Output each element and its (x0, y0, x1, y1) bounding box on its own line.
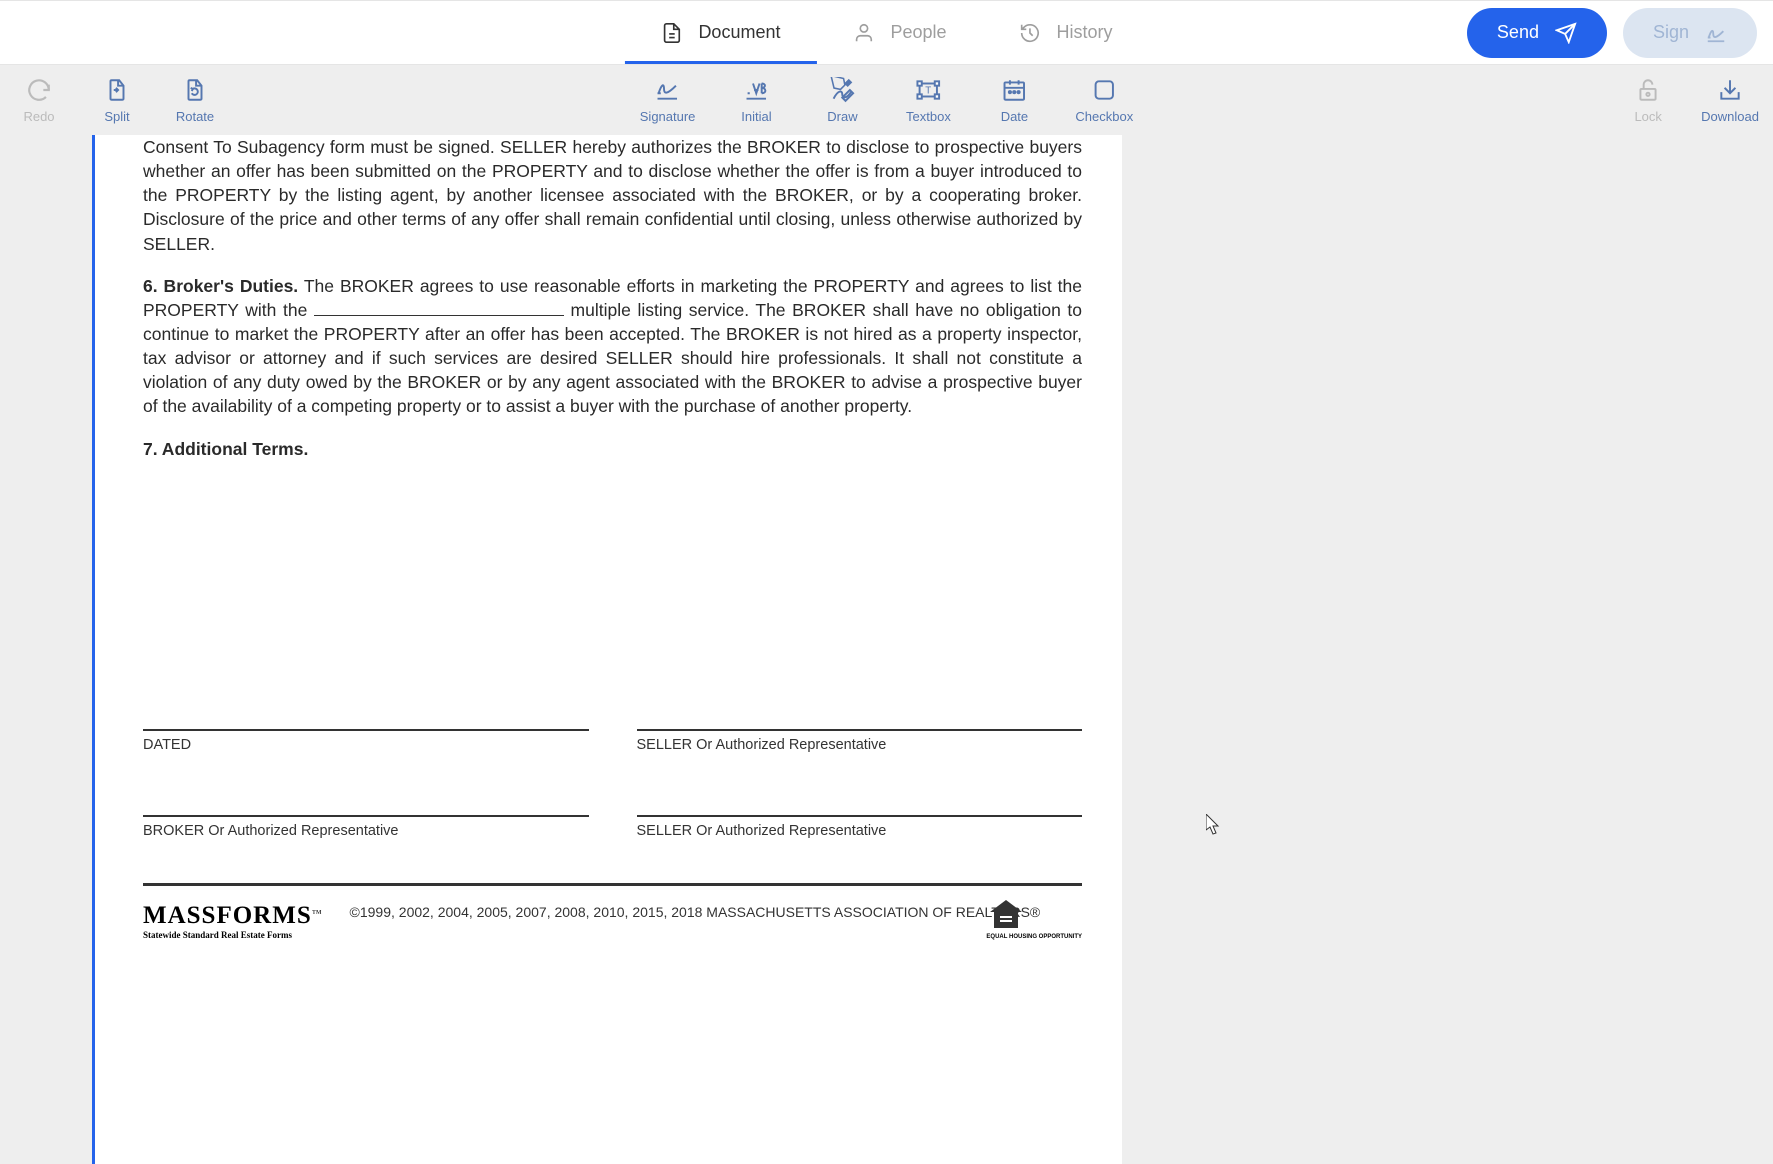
signature-block-broker: BROKER Or Authorized Representative (143, 797, 589, 839)
signature-row-2: BROKER Or Authorized Representative SELL… (143, 797, 1082, 839)
logo-main: MASSFORMS (143, 902, 312, 929)
textbox-tool[interactable]: T Textbox (903, 77, 953, 124)
toolbar: Redo Split Rotat (0, 65, 1773, 135)
initial-tool[interactable]: Initial (731, 77, 781, 124)
split-icon (104, 77, 130, 103)
signature-row-1: DATED SELLER Or Authorized Representativ… (143, 711, 1082, 753)
toolbar-center: Signature Initial (640, 77, 1133, 124)
signature-label: SELLER Or Authorized Representative (637, 823, 1083, 839)
download-icon (1717, 77, 1743, 103)
checkbox-tool-icon (1091, 77, 1117, 103)
sign-label: Sign (1653, 22, 1689, 43)
tool-label: Signature (640, 109, 696, 124)
tab-label: People (890, 22, 946, 43)
paragraph-subagency: Consent To Subagency form must be signed… (143, 135, 1082, 256)
signature-block-seller1: SELLER Or Authorized Representative (637, 711, 1083, 753)
rotate-button[interactable]: Rotate (170, 77, 220, 124)
tool-label: Lock (1634, 109, 1661, 124)
tool-label: Textbox (906, 109, 951, 124)
redo-icon (26, 77, 52, 103)
tool-label: Download (1701, 109, 1759, 124)
draw-tool-icon (829, 77, 855, 103)
tool-label: Rotate (176, 109, 214, 124)
people-icon (852, 22, 874, 44)
download-button[interactable]: Download (1701, 77, 1759, 124)
blank-mls (314, 315, 564, 316)
toolbar-right: Lock Download (1623, 77, 1759, 124)
date-tool-icon (1001, 77, 1027, 103)
equal-housing-logo: EQUAL HOUSING OPPORTUNITY (986, 896, 1082, 940)
section7-title: 7. Additional Terms. (143, 439, 308, 459)
document-icon (660, 22, 682, 44)
signature-block-seller2: SELLER Or Authorized Representative (637, 797, 1083, 839)
housing-text: EQUAL HOUSING OPPORTUNITY (986, 934, 1082, 940)
top-tabs: Document People History (624, 1, 1148, 64)
toolbar-left: Redo Split Rotat (14, 77, 220, 124)
svg-text:T: T (925, 85, 931, 96)
top-actions: Send Sign (1467, 8, 1757, 58)
massforms-logo: MASSFORMS™ Statewide Standard Real Estat… (143, 902, 322, 940)
signature-icon (1705, 22, 1727, 44)
tab-label: History (1057, 22, 1113, 43)
signature-block-dated: DATED (143, 711, 589, 753)
draw-tool[interactable]: Draw (817, 77, 867, 124)
send-button[interactable]: Send (1467, 8, 1607, 58)
footer-copyright: ©1999, 2002, 2004, 2005, 2007, 2008, 201… (350, 902, 1041, 920)
initial-tool-icon (743, 77, 769, 103)
checkbox-tool[interactable]: Checkbox (1075, 77, 1133, 124)
sign-button[interactable]: Sign (1623, 8, 1757, 58)
tool-label: Date (1001, 109, 1028, 124)
signature-tool[interactable]: Signature (640, 77, 696, 124)
house-icon (986, 896, 1026, 934)
signature-line[interactable] (143, 711, 589, 731)
section6-title: 6. Broker's Duties. (143, 276, 298, 296)
history-icon (1019, 22, 1041, 44)
top-navigation: Document People History Sen (0, 0, 1773, 65)
tool-label: Initial (741, 109, 771, 124)
tab-document[interactable]: Document (624, 1, 816, 64)
logo-subtitle: Statewide Standard Real Estate Forms (143, 930, 322, 940)
signature-tool-icon (655, 77, 681, 103)
tool-label: Draw (827, 109, 857, 124)
redo-button: Redo (14, 77, 64, 124)
send-label: Send (1497, 22, 1539, 43)
lock-button: Lock (1623, 77, 1673, 124)
signature-label: SELLER Or Authorized Representative (637, 737, 1083, 753)
signature-section: DATED SELLER Or Authorized Representativ… (143, 711, 1082, 839)
tool-label: Redo (23, 109, 54, 124)
signature-line[interactable] (637, 797, 1083, 817)
document-page[interactable]: Consent To Subagency form must be signed… (92, 135, 1122, 1164)
tab-label: Document (698, 22, 780, 43)
split-button[interactable]: Split (92, 77, 142, 124)
tool-label: Split (104, 109, 129, 124)
paragraph-section6: 6. Broker's Duties. The BROKER agrees to… (143, 274, 1082, 419)
paper-plane-icon (1555, 22, 1577, 44)
signature-label: DATED (143, 737, 589, 753)
lock-icon (1635, 77, 1661, 103)
signature-line[interactable] (143, 797, 589, 817)
textbox-tool-icon: T (915, 77, 941, 103)
paragraph-section7: 7. Additional Terms. (143, 437, 1082, 461)
tab-history[interactable]: History (983, 1, 1149, 64)
tab-people[interactable]: People (816, 1, 982, 64)
document-footer: MASSFORMS™ Statewide Standard Real Estat… (143, 883, 1082, 940)
logo-tm: ™ (312, 908, 322, 919)
signature-line[interactable] (637, 711, 1083, 731)
signature-label: BROKER Or Authorized Representative (143, 823, 589, 839)
tool-label: Checkbox (1075, 109, 1133, 124)
document-canvas[interactable]: Consent To Subagency form must be signed… (0, 135, 1773, 1164)
rotate-icon (182, 77, 208, 103)
date-tool[interactable]: Date (989, 77, 1039, 124)
